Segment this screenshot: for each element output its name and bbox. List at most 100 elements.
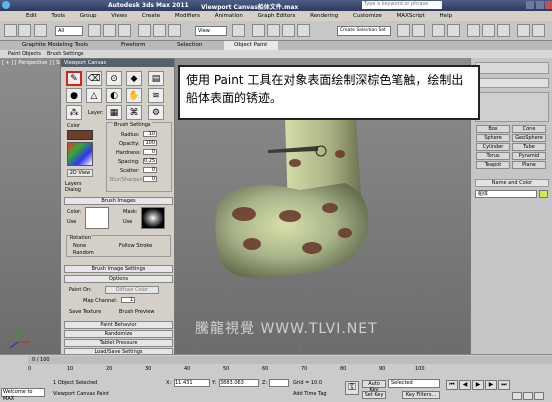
menu-item[interactable]: Edit [26, 13, 37, 19]
x-coordinate[interactable]: 11.431 [174, 379, 210, 387]
menu-item[interactable]: Rendering [310, 13, 338, 19]
maximize-button[interactable] [536, 1, 544, 9]
percent-snap-icon[interactable] [282, 24, 295, 37]
y-coordinate[interactable]: 3883.063 [219, 379, 259, 387]
render-icon[interactable] [532, 24, 545, 37]
region-select-icon[interactable] [118, 24, 131, 37]
menu-item[interactable]: MAXScript [397, 13, 425, 19]
close-button[interactable] [545, 1, 552, 9]
brush-image-settings-rollout[interactable]: Brush Image Settings [64, 265, 173, 273]
scatter-field[interactable]: 0 [143, 167, 157, 173]
time-slider[interactable]: 0 / 100 [28, 356, 552, 364]
play-icon[interactable]: ▶ [472, 380, 484, 390]
key-icon[interactable]: ⚿ [345, 381, 359, 395]
layer-tool-2[interactable]: ⌘ [126, 105, 142, 120]
set-key-button[interactable]: Set Key [362, 391, 386, 399]
rotate-icon[interactable] [153, 24, 166, 37]
sphere-button[interactable]: Sphere [476, 134, 510, 142]
color-swatch[interactable] [67, 130, 93, 140]
z-coordinate[interactable] [269, 379, 289, 387]
scale-icon[interactable] [168, 24, 181, 37]
pivot-icon[interactable] [232, 24, 245, 37]
plane-button[interactable]: Plane [512, 161, 546, 169]
hardness-field[interactable]: 0 [143, 149, 157, 155]
layer-tool-3[interactable]: ⚙ [148, 105, 164, 120]
options-rollout[interactable]: Options [64, 275, 173, 283]
redo-icon[interactable] [18, 24, 31, 37]
erase-tool-button[interactable]: ⌫ [86, 71, 102, 86]
tablet-pressure-rollout[interactable]: Tablet Pressure [64, 339, 173, 347]
previous-frame-icon[interactable]: ◀ [459, 380, 471, 390]
map-channel-field[interactable]: 1 [121, 297, 135, 303]
search-input[interactable]: Type a keyword or phrase [362, 1, 442, 9]
schematic-icon[interactable] [482, 24, 495, 37]
next-frame-icon[interactable]: ▶ [485, 380, 497, 390]
menu-item[interactable]: Customize [353, 13, 382, 19]
go-to-start-icon[interactable]: ⏮ [446, 380, 458, 390]
tube-button[interactable]: Tube [512, 143, 546, 151]
pan-icon[interactable] [523, 392, 533, 400]
geosphere-button[interactable]: GeoSphere [512, 134, 546, 142]
render-setup-icon[interactable] [517, 24, 530, 37]
sharpen-tool-button[interactable]: △ [86, 88, 102, 103]
save-texture-checkbox[interactable]: Save Texture [69, 309, 101, 315]
layer-manager-icon[interactable] [432, 24, 445, 37]
add-time-tag-button[interactable]: Add Time Tag [293, 391, 327, 397]
object-name-field[interactable]: 船体 [475, 190, 537, 198]
curve-editor-icon[interactable] [467, 24, 480, 37]
tab-selection[interactable]: Selection [177, 42, 202, 48]
brush-images-rollout[interactable]: Brush Images [64, 197, 173, 205]
menu-item[interactable]: Modifiers [175, 13, 200, 19]
smear-tool-button[interactable]: ≋ [148, 88, 164, 103]
menu-item[interactable]: Create [142, 13, 160, 19]
brush-preview-checkbox[interactable]: Brush Preview [119, 309, 154, 315]
subtab-brush-settings[interactable]: Brush Settings [47, 51, 84, 57]
brush-mask-image[interactable] [141, 207, 165, 229]
mirror-icon[interactable] [397, 24, 410, 37]
color-palette[interactable] [67, 142, 93, 166]
select-by-name-icon[interactable] [103, 24, 116, 37]
randomize-rollout[interactable]: Randomize [64, 330, 173, 338]
object-color-swatch[interactable] [539, 190, 548, 198]
key-selection-dropdown[interactable]: Selected [388, 379, 440, 388]
gradient-tool-button[interactable]: ▤ [148, 71, 164, 86]
select-icon[interactable] [88, 24, 101, 37]
box-button[interactable]: Box [476, 125, 510, 133]
menu-item[interactable]: Tools [51, 13, 65, 19]
teapot-button[interactable]: Teapot [476, 161, 510, 169]
welcome-field[interactable]: Welcome to MAX [1, 388, 45, 402]
align-icon[interactable] [412, 24, 425, 37]
rotation-none-radio[interactable]: None [73, 243, 86, 249]
layer-button[interactable]: ▦ [106, 105, 122, 120]
rotation-random-radio[interactable]: Random [73, 250, 94, 256]
radius-field[interactable]: 10 [143, 131, 157, 137]
selection-set-dropdown[interactable]: Create Selection Set [337, 26, 391, 36]
menu-item[interactable]: Group [80, 13, 97, 19]
tab-object-paint[interactable]: Object Paint [224, 41, 278, 50]
key-filters-button[interactable]: Key Filters... [402, 391, 440, 399]
contrast-tool-button[interactable]: ◐ [106, 88, 122, 103]
create-categories[interactable] [475, 78, 549, 88]
menu-item[interactable]: Help [440, 13, 453, 19]
reference-coordinate-dropdown[interactable]: View [195, 26, 227, 36]
cylinder-button[interactable]: Cylinder [476, 143, 510, 151]
tab-freeform[interactable]: Freeform [121, 42, 146, 48]
move-icon[interactable] [138, 24, 151, 37]
rotation-follow-radio[interactable]: Follow Stroke [119, 243, 152, 249]
command-panel-tabs[interactable] [475, 62, 549, 74]
tab-graphite[interactable]: Graphite Modeling Tools [22, 42, 88, 48]
zoom-icon[interactable] [512, 392, 522, 400]
subcategory-dropdown[interactable] [475, 92, 549, 122]
auto-key-button[interactable]: Auto Key [362, 380, 386, 393]
menu-item[interactable]: Graph Editors [258, 13, 296, 19]
blur-tool-button[interactable]: ● [66, 88, 82, 103]
2d-view-button[interactable]: 2D View [67, 169, 93, 177]
use-color-checkbox[interactable]: Use [67, 219, 76, 225]
blur-sharpen-field[interactable]: 0 [143, 176, 157, 182]
brush-color-image[interactable] [85, 207, 109, 229]
selection-filter-dropdown[interactable]: All [55, 26, 83, 36]
spinner-snap-icon[interactable] [297, 24, 310, 37]
cone-button[interactable]: Cone [512, 125, 546, 133]
layers-dialog-button[interactable]: Layers Dialog [65, 181, 97, 193]
dodge-burn-tool-button[interactable]: ✋ [126, 88, 142, 103]
